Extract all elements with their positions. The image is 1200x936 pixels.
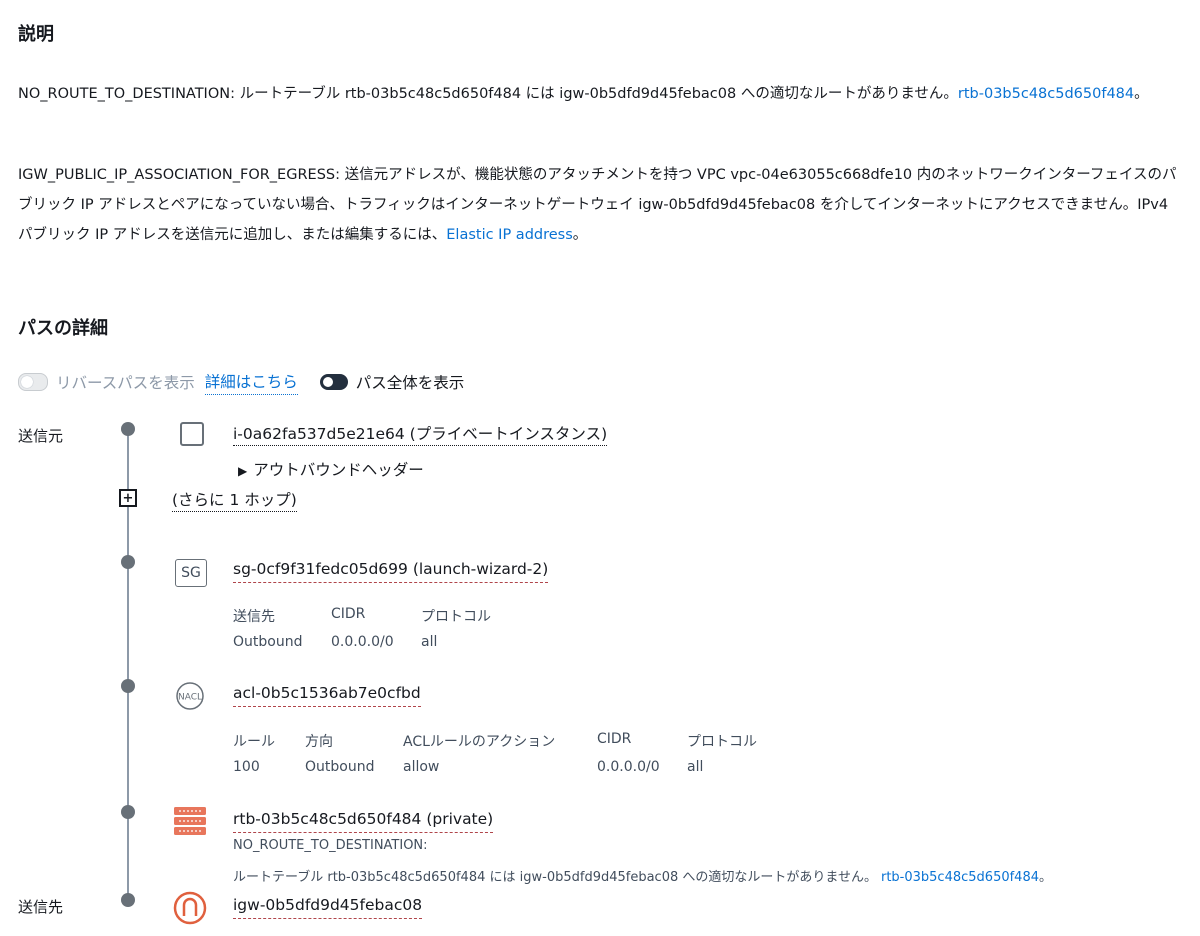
internet-gateway-icon — [173, 891, 207, 925]
acl-rule-row: 100 Outbound allow 0.0.0.0/0 all — [233, 759, 704, 775]
acl-rule-headers: ルール 方向 ACLルールのアクション CIDR プロトコル — [233, 731, 757, 750]
explanation-heading: 説明 — [18, 24, 54, 45]
security-group-icon: SG — [175, 559, 207, 587]
destination-label: 送信先 — [18, 898, 64, 916]
timeline-node — [121, 893, 135, 907]
instance-icon — [180, 422, 204, 446]
network-acl-icon: NACL — [175, 681, 205, 711]
more-hops-link[interactable]: (さらに 1 ホップ) — [172, 488, 297, 512]
route-table-link[interactable]: rtb-03b5c48c5d650f484 — [958, 86, 1134, 102]
route-table-icon — [173, 805, 207, 837]
route-table-message-link[interactable]: rtb-03b5c48c5d650f484 — [881, 870, 1039, 885]
timeline-node — [121, 555, 135, 569]
route-table-code: NO_ROUTE_TO_DESTINATION: — [233, 838, 428, 853]
explanation-igw-public-ip: IGW_PUBLIC_IP_ASSOCIATION_FOR_EGRESS: 送信… — [18, 167, 1177, 243]
caret-right-icon: ▶ — [238, 464, 248, 478]
source-label: 送信元 — [18, 427, 64, 445]
sg-rule-headers: 送信先 CIDR プロトコル — [233, 606, 491, 625]
internet-gateway-id[interactable]: igw-0b5dfd9d45febac08 — [233, 896, 423, 919]
path-toggles: リバースパスを表示 詳細はこちら パス全体を表示 — [18, 368, 464, 396]
sg-rule-row: Outbound 0.0.0.0/0 all — [233, 634, 438, 650]
elastic-ip-link[interactable]: Elastic IP address — [446, 227, 573, 243]
svg-text:NACL: NACL — [178, 693, 202, 703]
expand-icon[interactable]: + — [119, 489, 137, 507]
path-details-heading: パスの詳細 — [18, 318, 108, 339]
learn-more-link[interactable]: 詳細はこちら — [204, 370, 298, 395]
reverse-path-toggle[interactable] — [18, 373, 48, 391]
timeline-node — [121, 679, 135, 693]
outbound-header-expander[interactable]: ▶ アウトバウンドヘッダー — [238, 458, 424, 480]
explanation-no-route: NO_ROUTE_TO_DESTINATION: ルートテーブル rtb-03b… — [18, 86, 1149, 102]
timeline-node — [121, 422, 135, 436]
network-acl-id[interactable]: acl-0b5c1536ab7e0cfbd — [233, 684, 421, 707]
full-path-toggle[interactable] — [319, 374, 348, 390]
security-group-id[interactable]: sg-0cf9f31fedc05d699 (launch-wizard-2) — [233, 560, 549, 583]
route-table-message: ルートテーブル rtb-03b5c48c5d650f484 には igw-0b5… — [233, 870, 1053, 885]
full-path-label: パス全体を表示 — [355, 374, 465, 392]
timeline-node — [121, 805, 135, 819]
instance-id[interactable]: i-0a62fa537d5e21e64 (プライベートインスタンス) — [233, 422, 608, 446]
route-table-id[interactable]: rtb-03b5c48c5d650f484 (private) — [233, 810, 494, 833]
reverse-path-label: リバースパスを表示 — [56, 374, 195, 392]
